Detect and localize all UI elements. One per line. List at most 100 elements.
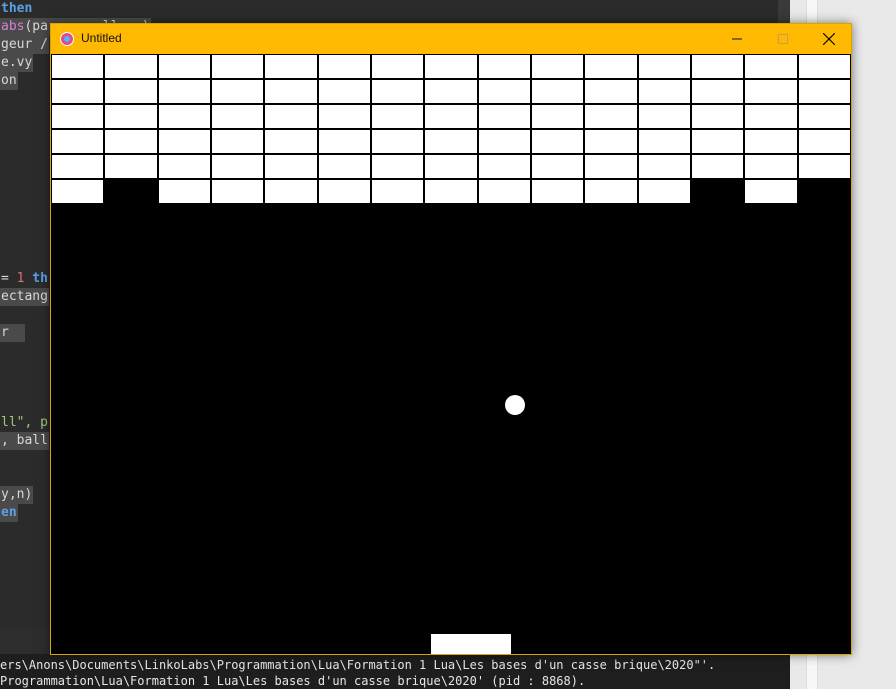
brick [265, 130, 317, 153]
brick [212, 55, 264, 78]
brick [212, 130, 264, 153]
brick [372, 155, 424, 178]
brick [52, 155, 104, 178]
brick [532, 155, 584, 178]
brick [585, 55, 637, 78]
brick [105, 155, 157, 178]
code-token: ectang [1, 289, 48, 304]
code-line: e.vy [0, 54, 34, 72]
brick [638, 180, 690, 203]
brick [158, 80, 210, 103]
brick [158, 155, 210, 178]
code-token: geur / [1, 37, 48, 52]
brick [318, 80, 370, 103]
brick [52, 105, 104, 128]
code-line: then [0, 0, 33, 18]
brick [692, 105, 744, 128]
code-token: = [1, 271, 17, 286]
brick [532, 105, 584, 128]
brick [532, 130, 584, 153]
brick [212, 80, 264, 103]
brick [638, 130, 690, 153]
brick [372, 130, 424, 153]
brick [265, 155, 317, 178]
brick [692, 130, 744, 153]
window-title: Untitled [81, 31, 122, 45]
ball [505, 395, 525, 415]
brick [798, 80, 850, 103]
code-token: then [1, 1, 33, 16]
brick [425, 55, 477, 78]
brick [532, 180, 584, 203]
maximize-icon [778, 34, 788, 44]
brick [372, 180, 424, 203]
brick [105, 130, 157, 153]
code-line: geur / [0, 36, 49, 54]
game-window[interactable]: Untitled [50, 23, 852, 655]
code-line: , ball [0, 432, 49, 450]
brick [798, 55, 850, 78]
brick [478, 80, 530, 103]
code-token: abs [1, 19, 25, 34]
window-titlebar[interactable]: Untitled [51, 24, 851, 54]
game-canvas[interactable] [51, 54, 851, 654]
brick [425, 155, 477, 178]
brick [52, 55, 104, 78]
code-token: (pa [24, 19, 48, 34]
brick [585, 105, 637, 128]
brick [212, 180, 264, 203]
brick [532, 80, 584, 103]
brick [265, 180, 317, 203]
brick [212, 105, 264, 128]
brick [52, 130, 104, 153]
brick [425, 105, 477, 128]
brick [318, 155, 370, 178]
brick [638, 80, 690, 103]
brick [692, 55, 744, 78]
brick [105, 55, 157, 78]
brick [585, 155, 637, 178]
maximize-button[interactable] [760, 24, 806, 54]
code-line: r [0, 324, 26, 342]
close-icon [823, 33, 835, 45]
code-token: , ball [1, 433, 48, 448]
console-line: Programmation\Lua\Formation 1 Lua\Les ba… [0, 674, 586, 688]
brick [585, 180, 637, 203]
brick [425, 130, 477, 153]
code-line: ectang [0, 288, 49, 306]
brick [372, 80, 424, 103]
code-line: = 1 th [0, 270, 49, 288]
brick [372, 105, 424, 128]
brick [798, 155, 850, 178]
code-token: en [1, 505, 17, 520]
minimize-button[interactable] [714, 24, 760, 54]
brick [745, 105, 797, 128]
brick [158, 105, 210, 128]
code-token: r [1, 325, 25, 340]
brick [745, 180, 797, 203]
brick [692, 155, 744, 178]
brick [318, 130, 370, 153]
close-button[interactable] [806, 24, 852, 54]
brick [798, 130, 850, 153]
love-app-icon [60, 32, 74, 46]
brick [692, 80, 744, 103]
code-token: y,n) [1, 487, 33, 502]
brick [638, 105, 690, 128]
brick [158, 130, 210, 153]
brick [532, 55, 584, 78]
brick [158, 180, 210, 203]
brick [265, 80, 317, 103]
brick [318, 180, 370, 203]
brick [478, 105, 530, 128]
brick [105, 80, 157, 103]
code-line: ll", p [0, 414, 49, 432]
brick [478, 130, 530, 153]
code-line: y,n) [0, 486, 34, 504]
brick [478, 55, 530, 78]
brick [585, 80, 637, 103]
brick [265, 55, 317, 78]
brick [638, 55, 690, 78]
brick [212, 155, 264, 178]
brick [265, 105, 317, 128]
